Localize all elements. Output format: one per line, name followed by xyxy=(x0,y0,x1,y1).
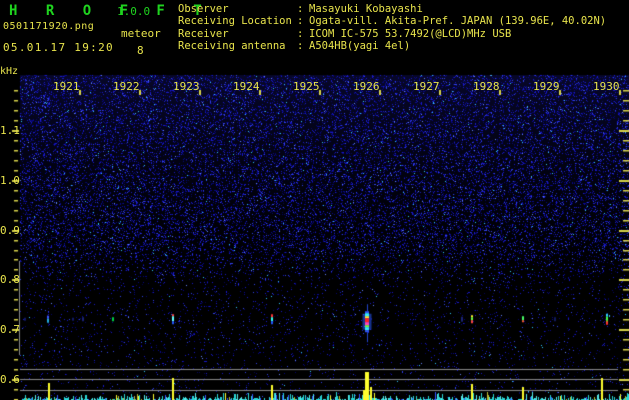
info-label: Receiving Location xyxy=(178,15,292,28)
info-row: Receiving antenna: A504HB(yagi 4el) xyxy=(178,40,606,52)
time-tick-label: 1928 xyxy=(473,80,500,93)
time-tick-label: 1921 xyxy=(53,80,80,93)
time-tick-label: 1927 xyxy=(413,80,440,93)
mode-label: meteor xyxy=(121,27,161,40)
freq-tick-label: 0.8 xyxy=(0,273,20,287)
info-value: ICOM IC-575 53.7492(@LCD)MHz USB xyxy=(309,27,512,40)
hrofft-screen: H R O F F T 1.0.0 0501171920.png meteor … xyxy=(0,0,629,400)
freq-tick-label: 0.7 xyxy=(0,323,20,337)
info-value: Ogata-vill. Akita-Pref. JAPAN (139.96E, … xyxy=(309,15,607,28)
spectrogram-canvas xyxy=(0,0,629,400)
time-tick-label: 1929 xyxy=(533,80,560,93)
time-tick-label: 1930 xyxy=(593,80,620,93)
time-tick-label: 1926 xyxy=(353,80,380,93)
time-tick-label: 1922 xyxy=(113,80,140,93)
time-tick-label: 1925 xyxy=(293,80,320,93)
time-tick-label: 1924 xyxy=(233,80,260,93)
info-label: Receiver xyxy=(178,27,229,40)
freq-tick-label: 1.1 xyxy=(0,124,20,137)
info-value: Masayuki Kobayashi xyxy=(309,3,423,15)
app-version: 1.0.0 xyxy=(117,5,151,18)
info-row: Receiver: ICOM IC-575 53.7492(@LCD)MHz US… xyxy=(178,28,606,40)
khz-axis-label: kHz xyxy=(0,66,19,77)
info-colon: : xyxy=(297,3,304,15)
info-colon: : xyxy=(297,27,304,40)
file-name: 0501171920.png xyxy=(3,21,95,32)
echo-count: 8 xyxy=(137,44,144,57)
info-row: Observer: Masayuki Kobayashi xyxy=(178,3,606,15)
time-tick-label: 1923 xyxy=(173,80,200,93)
info-label: Observer xyxy=(178,3,229,15)
freq-tick-label: 1.0 xyxy=(0,173,20,187)
info-row: Receiving Location: Ogata-vill. Akita-Pre… xyxy=(178,15,606,27)
info-colon: : xyxy=(297,39,304,52)
freq-tick-label: 0.9 xyxy=(0,223,20,237)
freq-tick-label: 0.6 xyxy=(0,373,20,386)
info-value: A504HB(yagi 4el) xyxy=(309,39,411,52)
info-colon: : xyxy=(297,15,304,28)
info-label: Receiving antenna xyxy=(178,39,286,52)
timestamp: 05.01.17 19:20 xyxy=(3,41,114,54)
observer-info: Observer: Masayuki Kobayashi Receiving Loc… xyxy=(178,3,606,52)
